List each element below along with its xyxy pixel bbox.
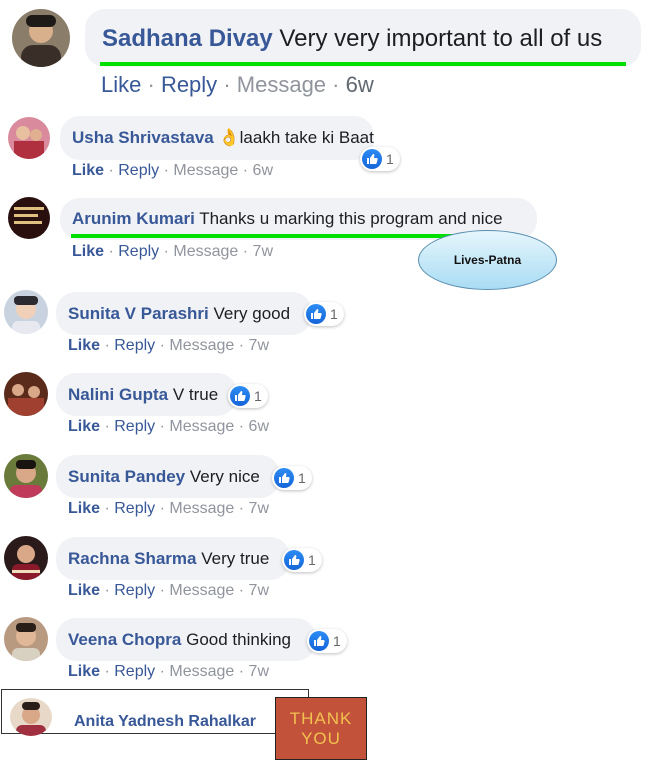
message-link[interactable]: Message — [169, 663, 234, 680]
comment-text: V true — [172, 385, 219, 404]
highlight-underline — [100, 62, 626, 66]
comment-actions: Like · Reply · Message · 7w — [68, 663, 269, 680]
comment-actions: Like · Reply · Message · 7w — [68, 337, 269, 354]
message-link[interactable]: Message — [173, 243, 238, 260]
reply-link[interactable]: Reply — [114, 500, 155, 517]
like-link[interactable]: Like — [68, 418, 100, 435]
like-thumb-icon — [284, 550, 304, 570]
like-thumb-icon — [362, 149, 382, 169]
commenter-name[interactable]: Arunim Kumari — [72, 209, 195, 228]
comment-bubble: Rachna Sharma Very true — [56, 537, 290, 580]
like-link[interactable]: Like — [68, 500, 100, 517]
avatar[interactable] — [8, 197, 50, 239]
comment-actions: Like · Reply · Message · 7w — [72, 243, 273, 260]
comment-actions: Like · Reply · Message · 7w — [68, 500, 269, 517]
like-link[interactable]: Like — [68, 663, 100, 680]
lives-patna-callout: Lives-Patna — [418, 230, 557, 290]
comment-bubble: Sunita V Parashri Very good — [56, 292, 312, 335]
reply-link[interactable]: Reply — [114, 582, 155, 599]
message-link[interactable]: Message — [169, 582, 234, 599]
message-link[interactable]: Message — [169, 500, 234, 517]
commenter-name[interactable]: Nalini Gupta — [68, 385, 168, 404]
reaction-count[interactable]: 1 — [307, 629, 347, 653]
timestamp[interactable]: 7w — [249, 663, 269, 680]
ok-hand-emoji-icon: 👌 — [218, 128, 240, 147]
comment-text: Very good — [213, 304, 291, 323]
like-thumb-icon — [230, 386, 250, 406]
reaction-count[interactable]: 1 — [304, 302, 344, 326]
avatar[interactable] — [4, 290, 48, 334]
timestamp[interactable]: 7w — [249, 500, 269, 517]
comment-text: Good thinking — [186, 630, 292, 649]
commenter-name[interactable]: Sunita V Parashri — [68, 304, 209, 323]
like-link[interactable]: Like — [72, 162, 104, 179]
reply-link[interactable]: Reply — [118, 162, 159, 179]
message-link[interactable]: Message — [169, 337, 234, 354]
comment-text: Very nice — [189, 467, 260, 486]
timestamp[interactable]: 7w — [253, 243, 273, 260]
timestamp[interactable]: 6w — [249, 418, 269, 435]
reply-link[interactable]: Reply — [114, 663, 155, 680]
reply-link[interactable]: Reply — [114, 418, 155, 435]
timestamp[interactable]: 7w — [249, 337, 269, 354]
comment-actions: Like · Reply · Message · 6w — [101, 72, 374, 97]
message-link[interactable]: Message — [237, 72, 326, 97]
commenter-name[interactable]: Sunita Pandey — [68, 467, 185, 486]
like-thumb-icon — [274, 468, 294, 488]
comment-actions: Like · Reply · Message · 6w — [68, 418, 269, 435]
commenter-name[interactable]: Rachna Sharma — [68, 549, 197, 568]
comment-text: Very true — [201, 549, 270, 568]
message-link[interactable]: Message — [173, 162, 238, 179]
avatar[interactable] — [4, 617, 48, 661]
timestamp[interactable]: 6w — [253, 162, 273, 179]
like-link[interactable]: Like — [68, 337, 100, 354]
commenter-name[interactable]: Sadhana Divay — [102, 25, 273, 52]
comment-bubble: Nalini Gupta V true — [56, 373, 237, 416]
avatar[interactable] — [4, 536, 48, 580]
thank-you-badge: THANK YOU — [275, 697, 367, 760]
commenter-name[interactable]: Usha Shrivastava — [72, 128, 214, 147]
avatar[interactable] — [10, 698, 52, 736]
like-thumb-icon — [306, 304, 326, 324]
commenter-name[interactable]: Veena Chopra — [68, 630, 181, 649]
avatar[interactable] — [8, 117, 50, 159]
reaction-count[interactable]: 1 — [228, 384, 268, 408]
timestamp[interactable]: 7w — [249, 582, 269, 599]
comment-text: Thanks u marking this program and nice — [199, 209, 503, 228]
footer-commenter-name[interactable]: Anita Yadnesh Rahalkar — [74, 713, 256, 731]
like-link[interactable]: Like — [101, 72, 141, 97]
comment-bubble: Sunita Pandey Very nice — [56, 455, 280, 498]
reply-link[interactable]: Reply — [114, 337, 155, 354]
timestamp[interactable]: 6w — [346, 72, 374, 97]
reaction-count[interactable]: 1 — [360, 147, 400, 171]
comment-actions: Like · Reply · Message · 7w — [68, 582, 269, 599]
reaction-count[interactable]: 1 — [272, 466, 312, 490]
reply-link[interactable]: Reply — [118, 243, 159, 260]
comment-text: Very very important to all of us — [279, 25, 603, 52]
like-thumb-icon — [309, 631, 329, 651]
comment-text: laakh take ki Baat — [239, 128, 374, 147]
avatar[interactable] — [12, 9, 70, 67]
like-link[interactable]: Like — [72, 243, 104, 260]
like-link[interactable]: Like — [68, 582, 100, 599]
comment-bubble: Veena Chopra Good thinking — [56, 618, 316, 661]
reply-link[interactable]: Reply — [161, 72, 217, 97]
reaction-count[interactable]: 1 — [282, 548, 322, 572]
comment-bubble: Sadhana Divay Very very important to all… — [85, 9, 641, 67]
avatar[interactable] — [4, 454, 48, 498]
comment-actions: Like · Reply · Message · 6w — [72, 162, 273, 179]
comment-bubble: Usha Shrivastava 👌laakh take ki Baat — [60, 116, 374, 160]
message-link[interactable]: Message — [169, 418, 234, 435]
avatar[interactable] — [4, 372, 48, 416]
